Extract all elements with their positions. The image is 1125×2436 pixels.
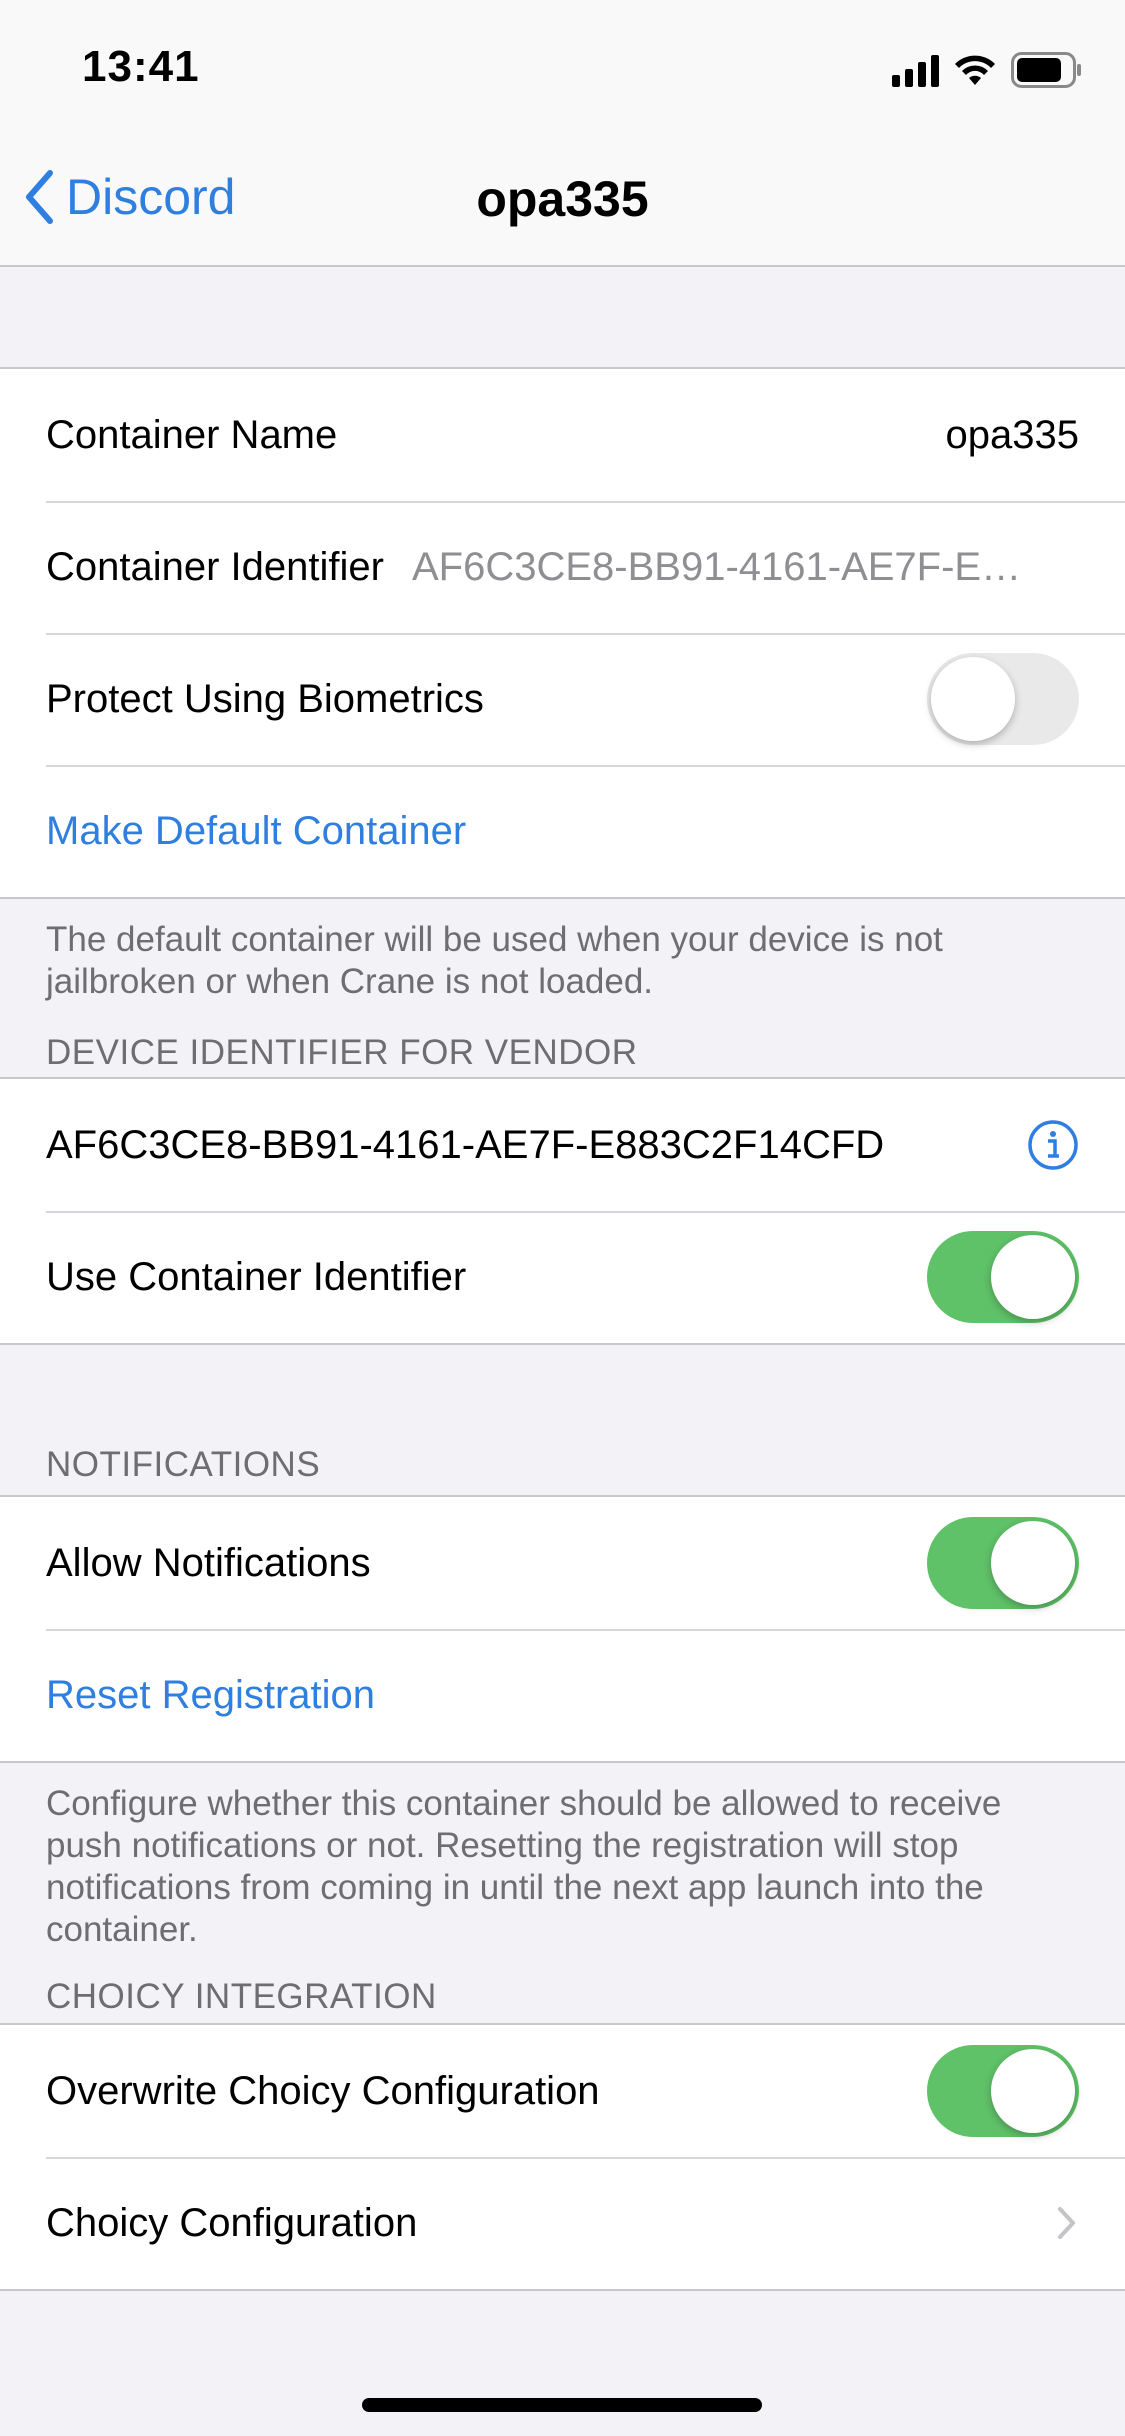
notifications-section-header: NOTIFICATIONS [46,1445,321,1484]
choicy-group: Overwrite Choicy Configuration Choicy Co… [0,2023,1125,2291]
make-default-container-button[interactable]: Make Default Container [0,765,1125,897]
container-name-label: Container Name [46,412,338,457]
allow-notifications-toggle[interactable] [927,1517,1079,1609]
use-container-identifier-label: Use Container Identifier [46,1254,467,1299]
overwrite-choicy-row: Overwrite Choicy Configuration [0,2025,1125,2157]
make-default-label: Make Default Container [46,808,467,853]
biometrics-toggle[interactable] [927,653,1079,745]
page-title: opa335 [476,171,649,227]
vendor-identifier: AF6C3CE8-BB91-4161-AE7F-E883C2F14CFD [46,1122,885,1167]
use-container-identifier-row: Use Container Identifier [0,1211,1125,1343]
use-container-identifier-toggle[interactable] [927,1231,1079,1323]
wifi-icon [955,55,995,85]
biometrics-row: Protect Using Biometrics [0,633,1125,765]
home-indicator[interactable] [362,2398,762,2412]
reset-registration-label: Reset Registration [46,1672,376,1717]
vendor-group: AF6C3CE8-BB91-4161-AE7F-E883C2F14CFD Use… [0,1077,1125,1345]
biometrics-label: Protect Using Biometrics [46,676,484,721]
settings-list: Container Name opa335 Container Identifi… [0,267,1125,2291]
status-bar: 13:41 [0,0,1125,140]
battery-icon [1011,52,1081,88]
container-identifier-label: Container Identifier [46,544,384,589]
allow-notifications-row: Allow Notifications [0,1497,1125,1629]
notifications-group: Allow Notifications Reset Registration [0,1495,1125,1763]
overwrite-choicy-label: Overwrite Choicy Configuration [46,2068,600,2113]
status-time: 13:41 [82,42,200,91]
status-icons [892,50,1083,90]
info-icon[interactable] [1027,1119,1079,1171]
overwrite-choicy-toggle[interactable] [927,2045,1079,2137]
container-identifier-row: Container Identifier AF6C3CE8-BB91-4161-… [0,501,1125,633]
container-identifier-value: AF6C3CE8-BB91-4161-AE7F-E… [411,544,1022,589]
container-footer: The default container will be used when … [46,920,943,1001]
choicy-section-header: CHOICY INTEGRATION [46,1977,437,2016]
container-name-row: Container Name opa335 [0,369,1125,501]
vendor-section-header: DEVICE IDENTIFIER FOR VENDOR [46,1033,638,1072]
vendor-identifier-row: AF6C3CE8-BB91-4161-AE7F-E883C2F14CFD [0,1079,1125,1211]
reset-registration-button[interactable]: Reset Registration [0,1629,1125,1761]
chevron-right-icon [1058,2207,1075,2239]
notifications-footer: Configure whether this container should … [46,1784,1002,1949]
choicy-configuration-row[interactable]: Choicy Configuration [0,2157,1125,2289]
allow-notifications-label: Allow Notifications [46,1540,371,1585]
container-group: Container Name opa335 Container Identifi… [0,367,1125,899]
container-name-value: opa335 [945,412,1079,457]
cellular-signal-icon [892,53,939,87]
navigation-bar: Discord opa335 [0,140,1125,267]
choicy-configuration-label: Choicy Configuration [46,2200,418,2245]
